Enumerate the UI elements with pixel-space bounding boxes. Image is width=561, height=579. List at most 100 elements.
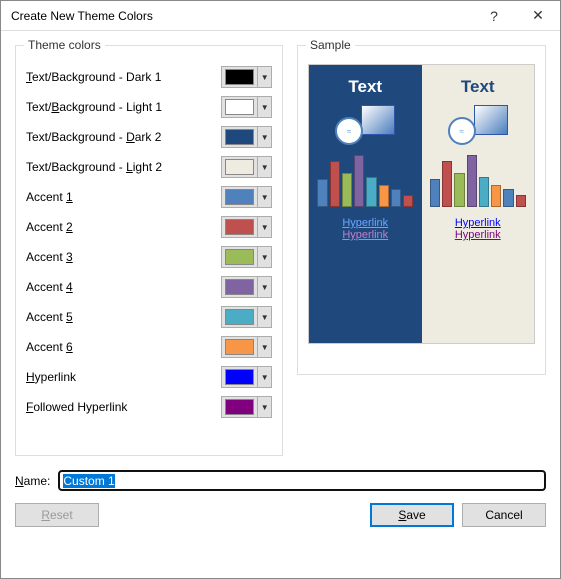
name-input[interactable] [58,470,546,491]
color-row: Text/Background - Light 1 ▼ [26,94,272,120]
color-picker-button[interactable]: ▼ [221,96,272,118]
sample-rect-icon [361,105,395,135]
chart-bar [467,155,477,207]
color-swatch [225,189,254,205]
color-swatch [225,249,254,265]
cancel-button[interactable]: Cancel [462,503,546,527]
sample-circle-icon: ≈ [335,117,363,145]
color-label: Accent 5 [26,310,221,324]
chart-bar [454,173,464,207]
color-swatch [225,399,254,415]
name-label: Name: [15,474,50,488]
sample-hyperlink-dark: Hyperlink [342,217,388,229]
chevron-down-icon: ▼ [257,247,271,267]
color-swatch [225,219,254,235]
color-swatch [225,129,254,145]
chart-bar [342,173,352,207]
color-picker-button[interactable]: ▼ [221,306,272,328]
color-label: Accent 2 [26,220,221,234]
sample-legend: Sample [306,38,355,52]
sample-chart-dark [317,151,413,207]
chevron-down-icon: ▼ [257,187,271,207]
color-row: Accent 4▼ [26,274,272,300]
sample-rect-icon [474,105,508,135]
sample-group: Sample Text ≈ Hyperlink Hyperlink Text [297,45,546,375]
save-button[interactable]: Save [370,503,454,527]
color-row: Hyperlink ▼ [26,364,272,390]
chevron-down-icon: ▼ [257,127,271,147]
color-label: Accent 1 [26,190,221,204]
color-picker-button[interactable]: ▼ [221,186,272,208]
sample-circle-icon: ≈ [448,117,476,145]
chart-bar [317,179,327,207]
close-button[interactable]: ✕ [516,1,560,30]
chevron-down-icon: ▼ [257,217,271,237]
color-picker-button[interactable]: ▼ [221,336,272,358]
sample-dark: Text ≈ Hyperlink Hyperlink [309,65,422,343]
color-swatch [225,279,254,295]
chevron-down-icon: ▼ [257,307,271,327]
sample-text-dark: Text [348,77,382,97]
chevron-down-icon: ▼ [257,337,271,357]
color-label: Text/Background - Dark 1 [26,70,221,84]
color-row: Text/Background - Light 2 ▼ [26,154,272,180]
sample-shapes-light: ≈ [448,105,508,143]
reset-button[interactable]: Reset [15,503,99,527]
color-label: Text/Background - Dark 2 [26,130,221,144]
color-label: Accent 6 [26,340,221,354]
color-row: Accent 2 ▼ [26,214,272,240]
color-picker-button[interactable]: ▼ [221,126,272,148]
dialog-content: Theme colors Text/Background - Dark 1▼Te… [1,31,560,537]
theme-colors-group: Theme colors Text/Background - Dark 1▼Te… [15,45,283,456]
chart-bar [330,161,340,207]
chevron-down-icon: ▼ [257,97,271,117]
color-row: Accent 1 ▼ [26,184,272,210]
name-row: Name: [15,470,546,491]
color-row: Accent 6 ▼ [26,334,272,360]
color-row: Followed Hyperlink ▼ [26,394,272,420]
color-swatch [225,159,254,175]
sample-shapes-dark: ≈ [335,105,395,143]
color-row: Accent 3 ▼ [26,244,272,270]
chart-bar [442,161,452,207]
chart-bar [491,185,501,207]
sample-light: Text ≈ Hyperlink Hyperlink [422,65,535,343]
sample-chart-light [430,151,526,207]
color-label: Hyperlink [26,370,221,384]
color-picker-button[interactable]: ▼ [221,396,272,418]
color-row: Accent 5 ▼ [26,304,272,330]
color-picker-button[interactable]: ▼ [221,366,272,388]
chart-bar [430,179,440,207]
color-picker-button[interactable]: ▼ [221,156,272,178]
chart-bar [503,189,513,207]
chevron-down-icon: ▼ [257,367,271,387]
color-label: Text/Background - Light 1 [26,100,221,114]
color-picker-button[interactable]: ▼ [221,246,272,268]
chart-bar [391,189,401,207]
color-picker-button[interactable]: ▼ [221,66,272,88]
button-bar: Reset Save Cancel [15,503,546,527]
chevron-down-icon: ▼ [257,157,271,177]
sample-followed-light: Hyperlink [455,229,501,241]
color-picker-button[interactable]: ▼ [221,216,272,238]
chart-bar [366,177,376,207]
sample-followed-dark: Hyperlink [342,229,388,241]
sample-hyperlink-light: Hyperlink [455,217,501,229]
window-title: Create New Theme Colors [11,9,472,23]
color-picker-button[interactable]: ▼ [221,276,272,298]
help-button[interactable]: ? [472,1,516,30]
sample-text-light: Text [461,77,495,97]
color-label: Accent 4 [26,280,221,294]
chart-bar [516,195,526,207]
color-swatch [225,339,254,355]
chevron-down-icon: ▼ [257,67,271,87]
color-swatch [225,369,254,385]
color-label: Accent 3 [26,250,221,264]
color-swatch [225,309,254,325]
chart-bar [379,185,389,207]
chevron-down-icon: ▼ [257,397,271,417]
color-label: Text/Background - Light 2 [26,160,221,174]
sample-preview: Text ≈ Hyperlink Hyperlink Text ≈ [308,64,535,344]
color-label: Followed Hyperlink [26,400,221,414]
color-swatch [225,99,254,115]
